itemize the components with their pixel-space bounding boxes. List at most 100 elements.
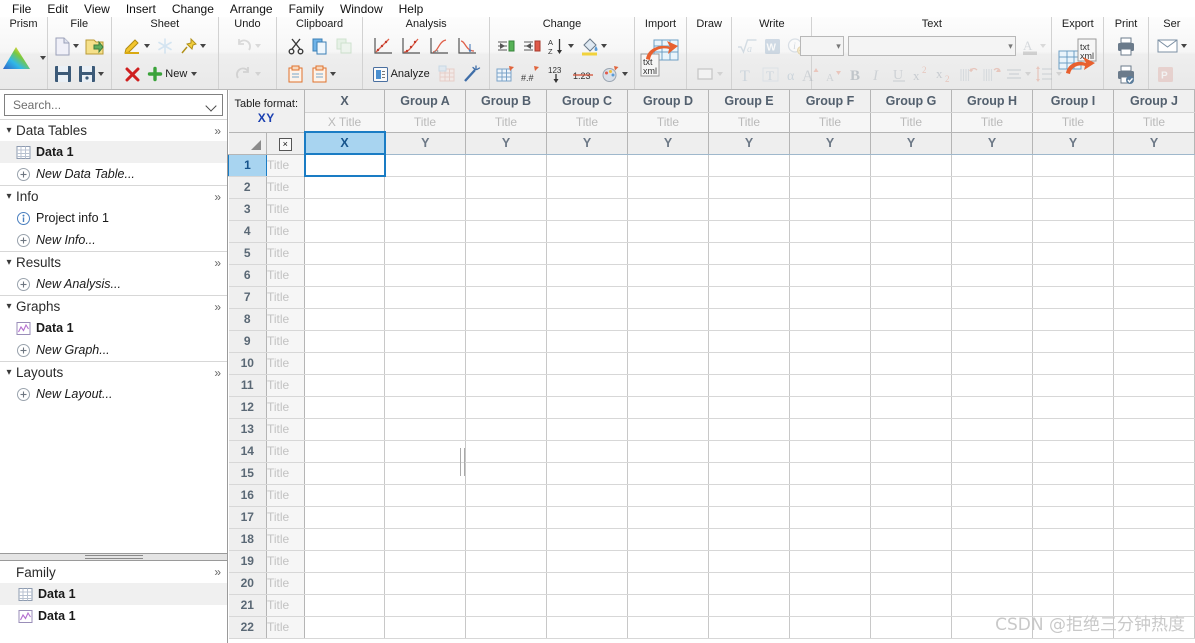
word-export-icon[interactable]: W	[761, 34, 783, 58]
row-number[interactable]: 22	[228, 616, 267, 639]
format-table-icon[interactable]	[494, 62, 517, 86]
data-cell[interactable]	[384, 176, 466, 199]
data-cell[interactable]	[627, 506, 709, 529]
data-cell[interactable]	[1113, 462, 1195, 485]
data-cell[interactable]	[546, 308, 628, 331]
data-cell[interactable]	[304, 286, 385, 309]
column-title-group-i[interactable]: Title	[1032, 112, 1114, 133]
column-title-group-j[interactable]: Title	[1113, 112, 1195, 133]
data-cell[interactable]	[951, 198, 1033, 221]
data-cell[interactable]	[546, 506, 628, 529]
data-cell[interactable]	[546, 330, 628, 353]
row-number[interactable]: 4	[228, 220, 267, 243]
save-as-icon[interactable]	[76, 62, 106, 86]
section-more-results[interactable]: »	[214, 256, 223, 270]
data-cell[interactable]	[789, 506, 871, 529]
fill-color-icon[interactable]	[578, 34, 609, 58]
data-cell[interactable]	[870, 418, 952, 441]
row-number[interactable]: 15	[228, 462, 267, 485]
column-title-group-b[interactable]: Title	[465, 112, 547, 133]
data-cell[interactable]	[384, 440, 466, 463]
row-number[interactable]: 9	[228, 330, 267, 353]
data-cell[interactable]	[304, 396, 385, 419]
data-cell[interactable]	[789, 176, 871, 199]
data-cell[interactable]	[546, 374, 628, 397]
data-cell[interactable]	[304, 528, 385, 551]
section-more-family[interactable]: »	[214, 565, 223, 579]
data-cell[interactable]	[708, 396, 790, 419]
data-cell[interactable]	[465, 484, 547, 507]
data-cell[interactable]	[789, 264, 871, 287]
column-header-group-i[interactable]: Group I	[1032, 90, 1114, 113]
font-family-chevron-down-icon[interactable]: ▾	[1008, 41, 1013, 52]
data-cell[interactable]	[789, 616, 871, 639]
select-all-corner[interactable]	[228, 132, 267, 155]
menu-item-change[interactable]: Change	[164, 1, 222, 17]
data-cell[interactable]	[789, 374, 871, 397]
data-cell[interactable]	[465, 374, 547, 397]
row-number[interactable]: 20	[228, 572, 267, 595]
column-header-group-f[interactable]: Group F	[789, 90, 871, 113]
data-cell[interactable]	[870, 550, 952, 573]
freeze-icon[interactable]	[154, 34, 176, 58]
row-number[interactable]: 10	[228, 352, 267, 375]
active-cell[interactable]	[303, 153, 386, 177]
row-title-cell[interactable]: Title	[266, 374, 305, 397]
delete-sheet-icon[interactable]	[121, 62, 143, 86]
duplicate-icon[interactable]	[333, 34, 355, 58]
data-cell[interactable]	[384, 242, 466, 265]
font-size-combo[interactable]: ▾	[799, 36, 844, 56]
data-cell[interactable]	[870, 616, 952, 639]
sidebar-item-data-table-data-1[interactable]: Data 1	[0, 141, 227, 163]
redo-icon[interactable]	[232, 62, 263, 86]
data-cell[interactable]	[789, 308, 871, 331]
column-type-x[interactable]: X	[303, 131, 386, 155]
data-cell[interactable]	[708, 528, 790, 551]
data-cell[interactable]	[708, 484, 790, 507]
row-title-cell[interactable]: Title	[266, 352, 305, 375]
row-number[interactable]: 7	[228, 286, 267, 309]
column-header-group-j[interactable]: Group J	[1113, 90, 1195, 113]
data-cell[interactable]	[951, 396, 1033, 419]
data-cell[interactable]	[1032, 264, 1114, 287]
data-cell[interactable]	[708, 330, 790, 353]
menu-item-insert[interactable]: Insert	[118, 1, 164, 17]
data-cell[interactable]	[870, 374, 952, 397]
data-cell[interactable]	[708, 594, 790, 617]
data-cell[interactable]	[708, 440, 790, 463]
data-cell[interactable]	[1032, 572, 1114, 595]
data-cell[interactable]	[708, 550, 790, 573]
row-title-cell[interactable]: Title	[266, 176, 305, 199]
data-cell[interactable]	[708, 506, 790, 529]
paste-special-caret-icon[interactable]	[329, 72, 336, 76]
wand-icon[interactable]	[460, 62, 483, 86]
section-header-info[interactable]: ▾ Info »	[0, 185, 227, 207]
column-type-group-b[interactable]: Y	[465, 132, 547, 155]
close-row-titles-cell[interactable]: ×	[266, 132, 305, 155]
data-cell[interactable]	[870, 352, 952, 375]
menu-item-edit[interactable]: Edit	[39, 1, 76, 17]
font-size-chevron-down-icon[interactable]: ▾	[836, 41, 841, 52]
data-cell[interactable]	[951, 616, 1033, 639]
superscript-icon[interactable]: x2	[911, 62, 934, 86]
data-cell[interactable]	[384, 396, 466, 419]
interpolate-icon[interactable]	[426, 34, 452, 58]
column-header-group-c[interactable]: Group C	[546, 90, 628, 113]
data-cell[interactable]	[546, 528, 628, 551]
data-cell[interactable]	[870, 594, 952, 617]
data-cell[interactable]	[627, 308, 709, 331]
row-number[interactable]: 14	[228, 440, 267, 463]
row-title-cell[interactable]: Title	[266, 484, 305, 507]
data-cell[interactable]	[951, 418, 1033, 441]
data-cell[interactable]	[465, 286, 547, 309]
prism-menu-caret-icon[interactable]	[39, 56, 46, 60]
data-cell[interactable]	[465, 352, 547, 375]
data-cell[interactable]	[546, 484, 628, 507]
data-cell[interactable]	[1113, 374, 1195, 397]
data-cell[interactable]	[1113, 308, 1195, 331]
row-number[interactable]: 6	[228, 264, 267, 287]
data-cell[interactable]	[951, 594, 1033, 617]
data-cell[interactable]	[546, 154, 628, 177]
row-title-cell[interactable]: Title	[266, 506, 305, 529]
data-cell[interactable]	[627, 462, 709, 485]
